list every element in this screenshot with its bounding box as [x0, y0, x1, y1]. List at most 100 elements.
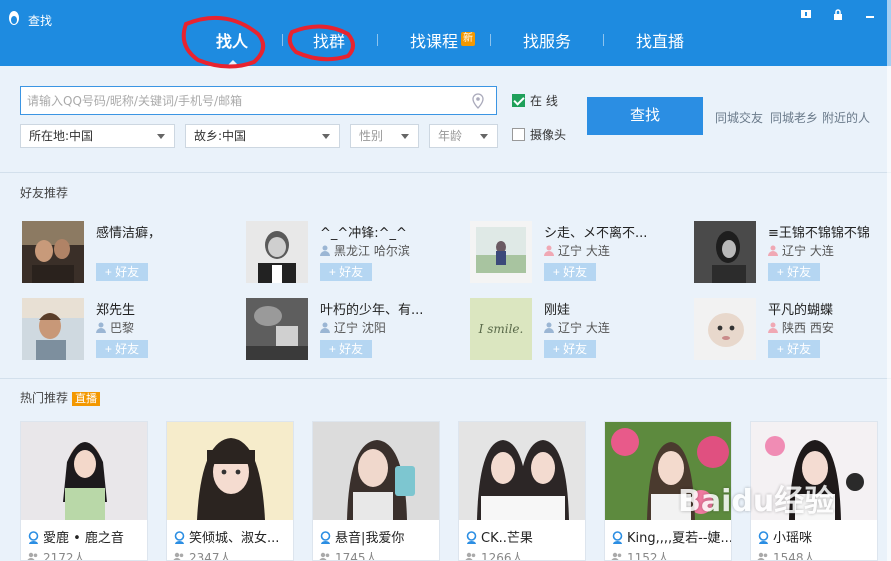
friend-name[interactable]: 感情洁癖， [96, 222, 246, 241]
smile-text: I smile. [478, 322, 524, 336]
friend-card[interactable]: ^_^冲锋:^_^ 黑龙江 哈尔滨 + 好友 [246, 221, 470, 283]
friend-name[interactable]: ≡王锦不锦锦不锦 [768, 222, 891, 241]
quick-link-nearby[interactable]: 附近的人 [822, 109, 870, 126]
friend-location: 黑龙江 哈尔滨 [320, 242, 410, 259]
live-cover[interactable] [21, 422, 147, 520]
male-user-icon [544, 322, 554, 333]
chevron-down-icon [157, 134, 165, 139]
viewer-count-text: 1266人 [481, 551, 524, 561]
friend-card[interactable]: 感情洁癖， + 好友 [22, 221, 246, 283]
location-select-value: 所在地:中国 [29, 129, 94, 143]
add-friend-button[interactable]: + 好友 [768, 340, 820, 358]
people-icon [611, 552, 622, 560]
add-friend-button[interactable]: + 好友 [544, 340, 596, 358]
friend-card[interactable]: ≡王锦不锦锦不锦 辽宁 大连 + 好友 [694, 221, 891, 283]
avatar[interactable] [246, 221, 308, 283]
camera-checkbox[interactable] [512, 128, 525, 141]
friend-card[interactable]: シ走、メ不离不... 辽宁 大连 + 好友 [470, 221, 694, 283]
avatar[interactable]: I smile. [470, 298, 532, 360]
gender-select-value: 性别 [359, 129, 384, 143]
tab-find-group[interactable]: 找群 [313, 28, 345, 56]
live-name-text: 愛鹿 • 鹿之音 [43, 531, 124, 546]
add-friend-button[interactable]: + 好友 [544, 263, 596, 281]
people-icon [757, 552, 768, 560]
avatar[interactable] [22, 221, 84, 283]
age-select-value: 年龄 [438, 129, 463, 143]
scrollbar[interactable] [887, 0, 891, 561]
add-friend-button[interactable]: + 好友 [320, 263, 372, 281]
live-name-text: CK..芒果 [481, 531, 533, 546]
live-card[interactable]: 悬音|我爱你 1745人 [312, 421, 440, 561]
help-icon[interactable] [795, 6, 817, 28]
add-friend-button[interactable]: + 好友 [96, 340, 148, 358]
friend-name[interactable]: ^_^冲锋:^_^ [320, 222, 470, 241]
friend-card[interactable]: 平凡的蝴蝶 陕西 西安 + 好友 [694, 298, 891, 360]
tab-find-people[interactable]: 找人 [216, 28, 248, 56]
avatar[interactable] [22, 298, 84, 360]
hot-recommend-label: 热门推荐 [20, 391, 69, 405]
friend-name[interactable]: 平凡的蝴蝶 [768, 299, 891, 318]
male-user-icon [320, 245, 330, 256]
live-card[interactable]: 愛鹿 • 鹿之音 2172人 [20, 421, 148, 561]
avatar[interactable] [470, 221, 532, 283]
friend-location: 巴黎 [96, 319, 134, 336]
avatar[interactable] [246, 298, 308, 360]
friend-name[interactable]: シ走、メ不离不... [544, 222, 694, 241]
quick-link-hometown[interactable]: 同城老乡 [770, 109, 818, 126]
live-name[interactable]: 愛鹿 • 鹿之音 [27, 527, 147, 546]
online-checkbox[interactable] [512, 94, 525, 107]
friend-location: 辽宁 沈阳 [320, 319, 386, 336]
chevron-down-icon [322, 134, 330, 139]
quick-link-same-city[interactable]: 同城交友 [715, 109, 763, 126]
live-name-text: 小瑶咪 [773, 531, 813, 546]
gender-select[interactable]: 性别 [350, 124, 419, 148]
friend-location: 辽宁 大连 [544, 319, 610, 336]
tab-find-course[interactable]: 找课程新 [410, 28, 476, 56]
hometown-select-value: 故乡:中国 [194, 129, 247, 143]
person-pin-icon [174, 531, 185, 544]
live-name[interactable]: 悬音|我爱你 [319, 527, 439, 546]
friend-card[interactable]: I smile. 刚娃 辽宁 大连 + 好友 [470, 298, 694, 360]
tab-find-service[interactable]: 找服务 [523, 28, 571, 56]
friend-name[interactable]: 叶朽的少年、有... [320, 299, 470, 318]
male-user-icon [96, 322, 106, 333]
female-user-icon [768, 322, 778, 333]
live-name[interactable]: 笑倾城、淑女... [173, 527, 293, 546]
search-input[interactable] [27, 91, 467, 111]
location-select[interactable]: 所在地:中国 [20, 124, 175, 148]
age-select[interactable]: 年龄 [429, 124, 498, 148]
friend-card[interactable]: 叶朽的少年、有... 辽宁 沈阳 + 好友 [246, 298, 470, 360]
location-pin-icon[interactable] [472, 93, 484, 109]
live-cover[interactable] [313, 422, 439, 520]
friend-card[interactable]: 郑先生 巴黎 + 好友 [22, 298, 246, 360]
hometown-select[interactable]: 故乡:中国 [185, 124, 340, 148]
live-card[interactable]: 笑倾城、淑女... 2347人 [166, 421, 294, 561]
live-badge: 直播 [72, 391, 101, 406]
live-name[interactable]: 小瑶咪 [757, 527, 877, 546]
live-card[interactable]: CK..芒果 1266人 [458, 421, 586, 561]
avatar[interactable] [694, 221, 756, 283]
friend-name[interactable]: 刚娃 [544, 299, 694, 318]
friend-name[interactable]: 郑先生 [96, 299, 246, 318]
live-cover[interactable] [459, 422, 585, 520]
avatar[interactable] [694, 298, 756, 360]
tab-separator [603, 34, 604, 46]
viewer-count-text: 2172人 [43, 551, 86, 561]
live-name[interactable]: CK..芒果 [465, 527, 585, 546]
add-friend-button[interactable]: + 好友 [320, 340, 372, 358]
viewer-count-text: 2347人 [189, 551, 232, 561]
add-friend-button[interactable]: + 好友 [96, 263, 148, 281]
friend-recommend-title: 好友推荐 [20, 186, 69, 200]
nav-tabs: 找人 找群 找课程新 找服务 找直播 [0, 28, 891, 58]
people-icon [27, 552, 38, 560]
live-name[interactable]: King,,,,夏若--婕... [611, 527, 731, 546]
viewer-count: 2172人 [27, 549, 86, 561]
tab-find-live[interactable]: 找直播 [636, 28, 684, 56]
minimize-icon[interactable] [859, 6, 881, 28]
lock-icon[interactable] [827, 6, 849, 28]
add-friend-button[interactable]: + 好友 [768, 263, 820, 281]
female-user-icon [544, 245, 554, 256]
search-box [20, 86, 497, 115]
find-button[interactable]: 查找 [587, 97, 703, 135]
live-cover[interactable] [167, 422, 293, 520]
